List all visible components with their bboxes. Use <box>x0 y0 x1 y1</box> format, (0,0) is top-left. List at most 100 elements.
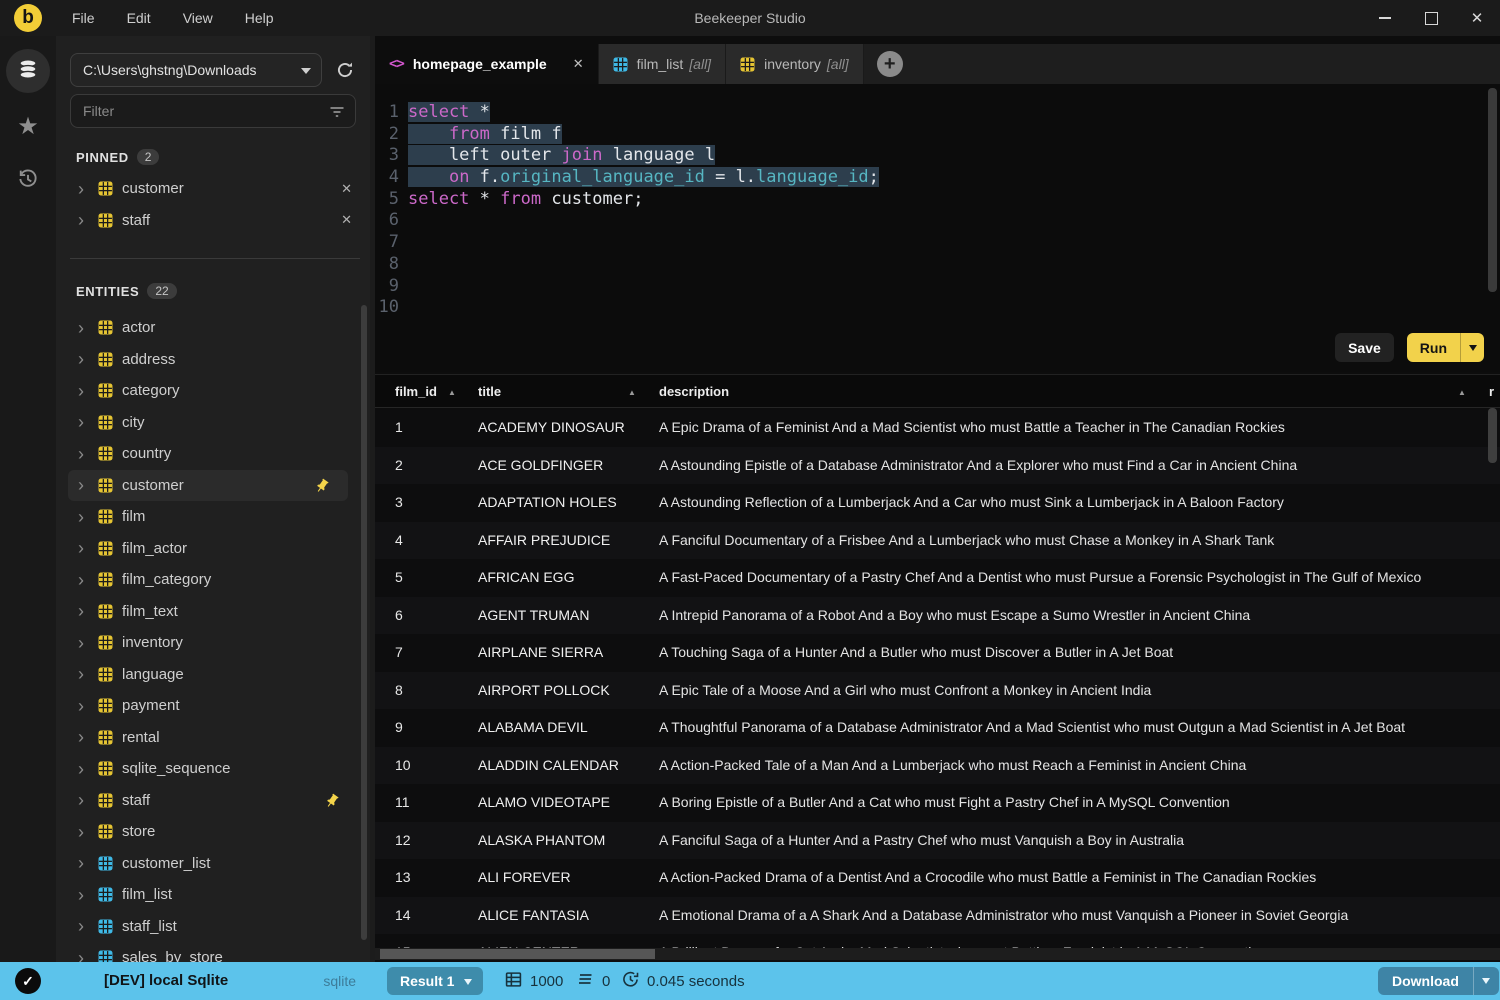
sidebar-item-store[interactable]: ›store <box>56 816 370 848</box>
chevron-right-icon[interactable]: › <box>78 413 98 431</box>
chevron-right-icon[interactable]: › <box>78 382 98 400</box>
table-row[interactable]: 13ALI FOREVERA Action-Packed Drama of a … <box>375 859 1500 897</box>
cell-title[interactable]: ALI FOREVER <box>478 859 653 897</box>
column-header-description[interactable]: description <box>659 375 729 409</box>
cell-film-id[interactable]: 5 <box>395 559 455 597</box>
chevron-right-icon[interactable]: › <box>78 791 98 809</box>
cell-film-id[interactable]: 9 <box>395 709 455 747</box>
sort-asc-icon[interactable]: ▲ <box>448 388 456 397</box>
code-line[interactable]: 9 <box>375 276 1480 298</box>
table-row[interactable]: 11ALAMO VIDEOTAPEA Boring Epistle of a B… <box>375 784 1500 822</box>
cell-title[interactable]: AGENT TRUMAN <box>478 597 653 635</box>
download-options-button[interactable] <box>1473 967 1499 995</box>
unpin-icon[interactable]: ✕ <box>341 212 352 228</box>
chevron-right-icon[interactable]: › <box>78 350 98 368</box>
download-button[interactable]: Download <box>1378 967 1499 995</box>
chevron-right-icon[interactable]: › <box>78 571 98 589</box>
chevron-right-icon[interactable]: › <box>78 319 98 337</box>
sidebar-item-category[interactable]: ›category <box>56 375 370 407</box>
tab-inventory[interactable]: inventory[all] <box>726 44 864 84</box>
chevron-right-icon[interactable]: › <box>78 886 98 904</box>
table-row[interactable]: 10ALADDIN CALENDARA Action-Packed Tale o… <box>375 747 1500 785</box>
pin-icon[interactable] <box>324 793 340 814</box>
table-row[interactable]: 6 AGENT TRUMANA Intrepid Panorama of a Ro… <box>375 597 1500 635</box>
cell-description[interactable]: A Thoughtful Panorama of a Database Admi… <box>659 709 1480 747</box>
chevron-right-icon[interactable]: › <box>78 728 98 746</box>
chevron-right-icon[interactable]: › <box>78 917 98 935</box>
table-row[interactable]: 4AFFAIR PREJUDICEA Fanciful Documentary … <box>375 522 1500 560</box>
sidebar-item-staff[interactable]: ›staff <box>56 785 370 817</box>
cell-film-id[interactable]: 8 <box>395 672 455 710</box>
sort-asc-icon[interactable]: ▲ <box>628 388 636 397</box>
sidebar-item-actor[interactable]: ›actor <box>56 312 370 344</box>
maximize-button[interactable] <box>1408 0 1454 36</box>
result-selector[interactable]: Result 1 <box>387 967 483 995</box>
code-line[interactable]: 4 on f.original_language_id = l.language… <box>375 167 1480 189</box>
chevron-right-icon[interactable]: › <box>78 508 98 526</box>
filter-input[interactable] <box>83 103 325 119</box>
code-line[interactable]: 7 <box>375 232 1480 254</box>
cell-film-id[interactable]: 10 <box>395 747 455 785</box>
tab-homepage_example[interactable]: <>homepage_example✕ <box>375 44 599 84</box>
run-options-button[interactable] <box>1460 333 1484 362</box>
code-line[interactable]: 8 <box>375 254 1480 276</box>
history-button[interactable] <box>6 159 50 203</box>
sidebar-item-city[interactable]: ›city <box>56 407 370 439</box>
sql-editor[interactable]: 1select *2 from film f3 left outer join … <box>375 84 1500 372</box>
cell-film-id[interactable]: 6 <box>395 597 455 635</box>
sidebar-item-sales_by_store[interactable]: ›sales_by_store <box>56 942 370 962</box>
cell-description[interactable]: A Intrepid Panorama of a Robot And a Boy… <box>659 597 1480 635</box>
cell-description[interactable]: A Emotional Drama of a A Shark And a Dat… <box>659 897 1480 935</box>
chevron-right-icon[interactable]: › <box>78 634 98 652</box>
sidebar-item-customer_list[interactable]: ›customer_list <box>56 848 370 880</box>
results-vertical-scrollbar[interactable] <box>1488 408 1497 463</box>
cell-description[interactable]: A Astounding Epistle of a Database Admin… <box>659 447 1480 485</box>
table-row[interactable]: 1ACADEMY DINOSAURA Epic Drama of a Femin… <box>375 409 1500 447</box>
sidebar-item-rental[interactable]: ›rental <box>56 722 370 754</box>
code-line[interactable]: 1select * <box>375 102 1480 124</box>
cell-description[interactable]: A Fanciful Saga of a Hunter And a Pastry… <box>659 822 1480 860</box>
pin-icon[interactable] <box>314 478 330 499</box>
cell-title[interactable]: AFFAIR PREJUDICE <box>478 522 653 560</box>
sidebar-item-film_category[interactable]: ›film_category <box>56 564 370 596</box>
cell-film-id[interactable]: 14 <box>395 897 455 935</box>
cell-film-id[interactable]: 11 <box>395 784 455 822</box>
chevron-right-icon[interactable]: › <box>78 476 98 494</box>
column-header-film-id[interactable]: film_id <box>395 375 437 409</box>
chevron-right-icon[interactable]: › <box>78 823 98 841</box>
sidebar-item-film[interactable]: ›film <box>56 501 370 533</box>
table-row[interactable]: 9ALABAMA DEVILA Thoughtful Panorama of a… <box>375 709 1500 747</box>
chevron-right-icon[interactable]: › <box>78 697 98 715</box>
cell-title[interactable]: ALICE FANTASIA <box>478 897 653 935</box>
code-line[interactable]: 6 <box>375 210 1480 232</box>
table-row[interactable]: 3ADAPTATION HOLESA Astounding Reflection… <box>375 484 1500 522</box>
unpin-icon[interactable]: ✕ <box>341 181 352 197</box>
chevron-right-icon[interactable]: › <box>78 949 98 962</box>
cell-title[interactable]: ALAMO VIDEOTAPE <box>478 784 653 822</box>
menu-file[interactable]: File <box>56 0 111 36</box>
chevron-right-icon[interactable]: › <box>78 539 98 557</box>
cell-film-id[interactable]: 2 <box>395 447 455 485</box>
save-button[interactable]: Save <box>1335 333 1394 362</box>
cell-title[interactable]: ACE GOLDFINGER <box>478 447 653 485</box>
cell-film-id[interactable]: 12 <box>395 822 455 860</box>
code-line[interactable]: 2 from film f <box>375 124 1480 146</box>
sidebar-item-inventory[interactable]: ›inventory <box>56 627 370 659</box>
cell-title[interactable]: AFRICAN EGG <box>478 559 653 597</box>
code-line[interactable]: 5select * from customer; <box>375 189 1480 211</box>
sort-asc-icon[interactable]: ▲ <box>1458 388 1466 397</box>
cell-title[interactable]: ALADDIN CALENDAR <box>478 747 653 785</box>
sidebar-item-payment[interactable]: ›payment <box>56 690 370 722</box>
tab-film_list[interactable]: film_list[all] <box>599 44 726 84</box>
cell-title[interactable]: ACADEMY DINOSAUR <box>478 409 653 447</box>
scrollbar-thumb[interactable] <box>380 949 655 959</box>
cell-film-id[interactable]: 1 <box>395 409 455 447</box>
chevron-right-icon[interactable]: › <box>78 445 98 463</box>
chevron-right-icon[interactable]: › <box>78 854 98 872</box>
chevron-right-icon[interactable]: › <box>78 180 98 198</box>
cell-description[interactable]: A Astounding Reflection of a Lumberjack … <box>659 484 1480 522</box>
table-row[interactable]: 14 ALICE FANTASIAA Emotional Drama of a A… <box>375 897 1500 935</box>
pinned-item-staff[interactable]: ›staff✕ <box>56 205 370 237</box>
cell-description[interactable]: A Action-Packed Drama of a Dentist And a… <box>659 859 1480 897</box>
cell-description[interactable]: A Fast-Paced Documentary of a Pastry Che… <box>659 559 1480 597</box>
